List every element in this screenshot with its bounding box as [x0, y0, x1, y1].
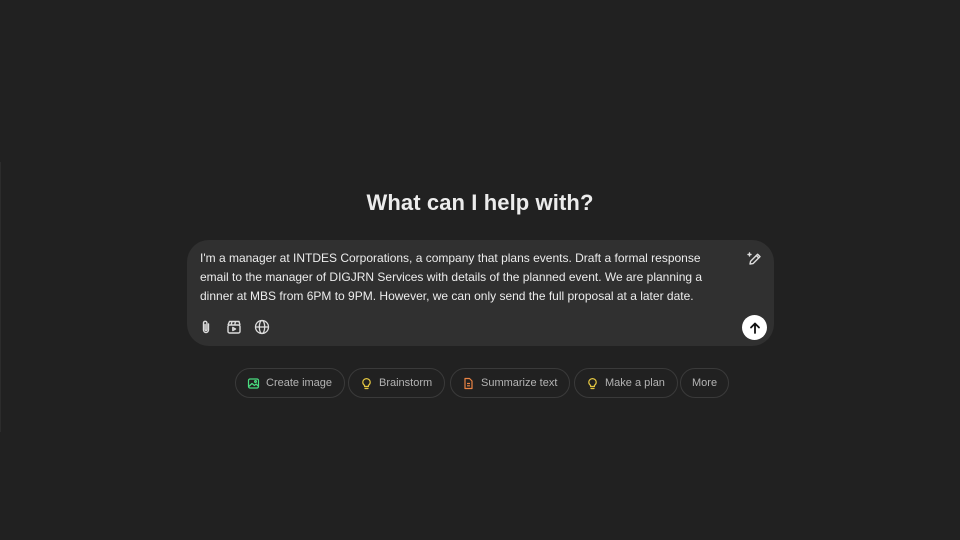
globe-icon: [254, 319, 270, 335]
chip-more[interactable]: More: [680, 368, 730, 398]
video-tool-button[interactable]: [223, 316, 245, 338]
lightbulb-icon: [585, 376, 599, 390]
chip-label: Brainstorm: [379, 377, 433, 389]
web-search-button[interactable]: [251, 316, 273, 338]
chip-label: More: [692, 377, 718, 389]
send-button[interactable]: [742, 315, 767, 340]
chip-label: Make a plan: [605, 377, 665, 389]
pencil-sparkle-icon: [746, 250, 764, 268]
chip-label: Summarize text: [481, 377, 558, 389]
composer[interactable]: I'm a manager at INTDES Corporations, a …: [187, 240, 774, 346]
image-icon: [246, 376, 260, 390]
arrow-up-icon: [748, 321, 762, 335]
chip-create-image[interactable]: Create image: [235, 368, 346, 398]
attach-button[interactable]: [195, 316, 217, 338]
chip-make-a-plan[interactable]: Make a plan: [574, 368, 678, 398]
lightbulb-icon: [359, 376, 373, 390]
page-heading: What can I help with?: [366, 190, 594, 215]
document-icon: [461, 376, 475, 390]
prompt-input[interactable]: I'm a manager at INTDES Corporations, a …: [200, 249, 730, 306]
chat-home-page: What can I help with? I'm a manager at I…: [0, 0, 960, 540]
chip-label: Create image: [266, 377, 333, 389]
chip-brainstorm[interactable]: Brainstorm: [348, 368, 446, 398]
suggestion-chips: Create image Brainstorm Summarize text M…: [0, 368, 960, 400]
clapperboard-icon: [226, 319, 242, 335]
edit-prompt-button[interactable]: [744, 248, 766, 270]
paperclip-icon: [198, 319, 214, 335]
chip-summarize-text[interactable]: Summarize text: [450, 368, 571, 398]
